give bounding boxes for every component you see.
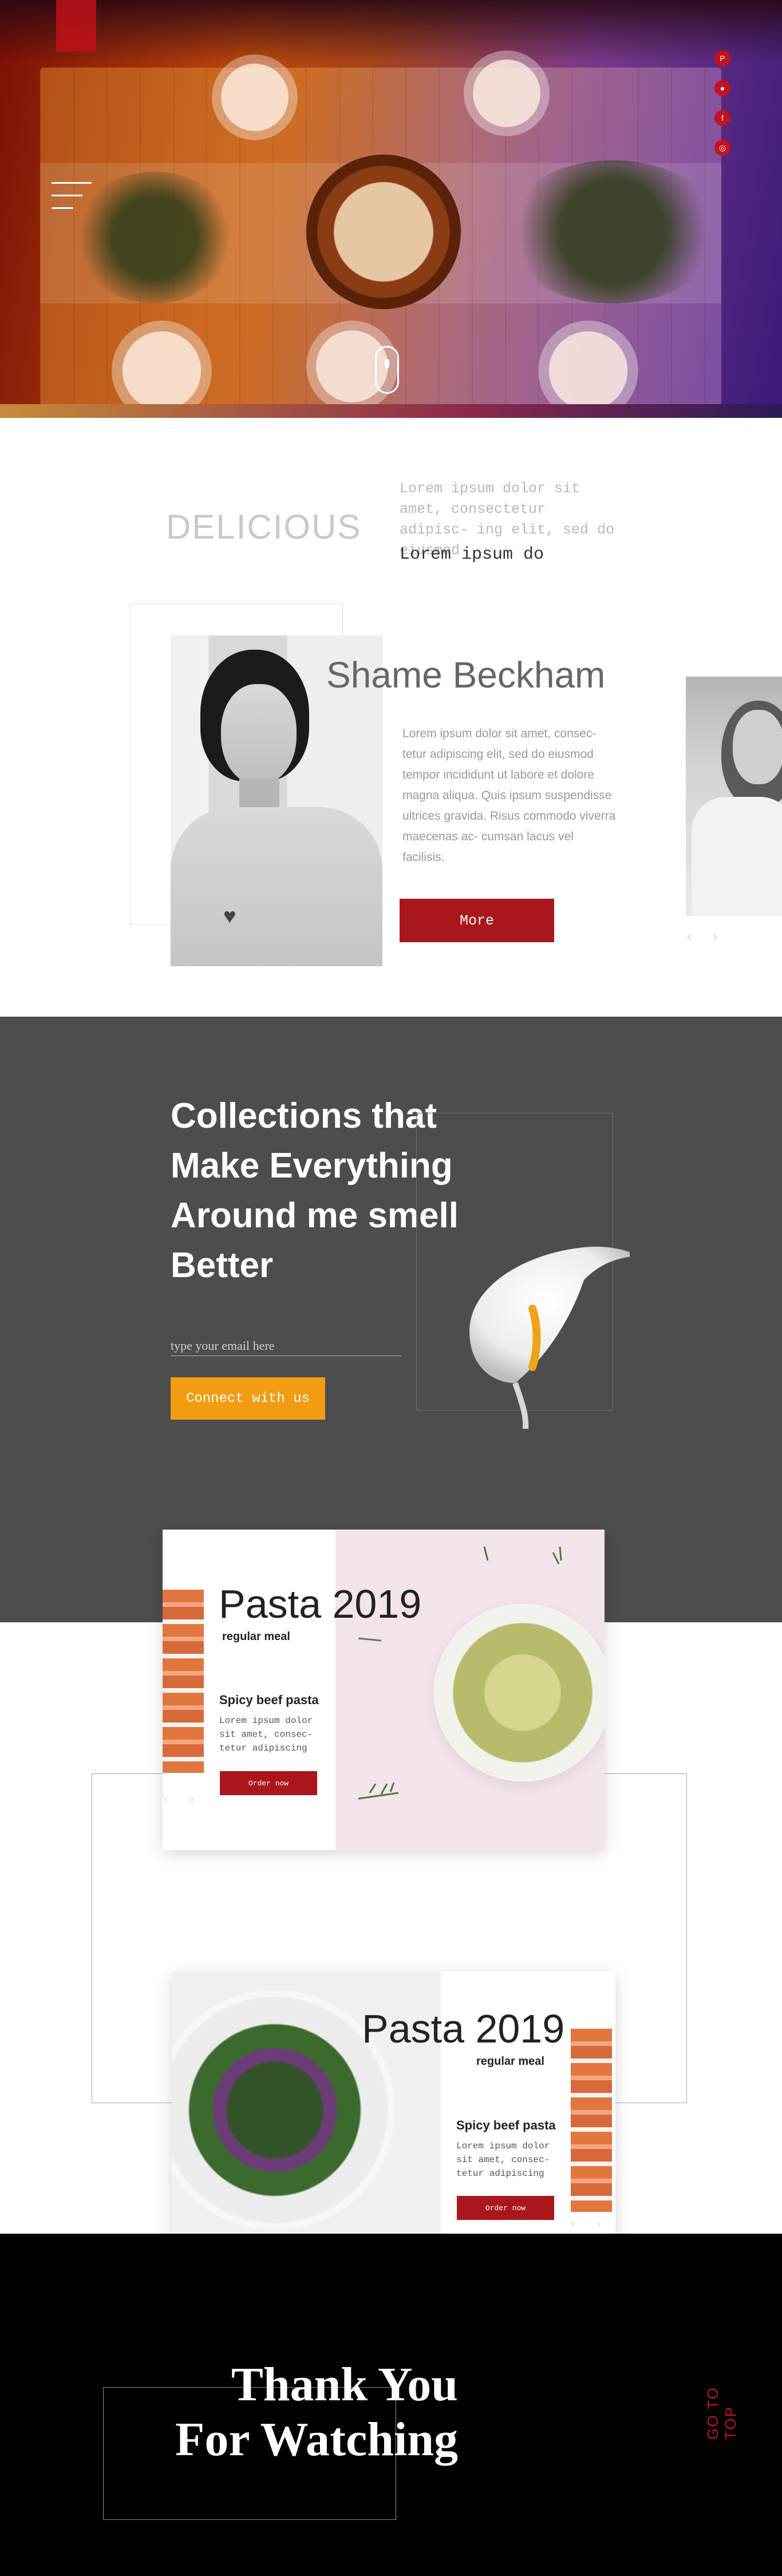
hero-banner: P ● f ◎ xyxy=(0,0,782,418)
thank-you-line1: Thank You xyxy=(231,2358,458,2411)
hero-plate xyxy=(112,321,212,418)
pasta-photo xyxy=(335,1530,605,1850)
card-subtitle: regular meal xyxy=(476,2055,544,2068)
card-title: Pasta 2019 xyxy=(362,2006,565,2051)
hero-greenery xyxy=(74,172,235,303)
dish-name: Spicy beef pasta xyxy=(219,1693,319,1707)
chef-description: Lorem ipsum dolor sit amet, consec- tetu… xyxy=(402,727,616,864)
hero-plate xyxy=(464,50,550,136)
hero-greenery xyxy=(504,160,721,303)
scroll-down-indicator[interactable] xyxy=(375,346,399,394)
more-button[interactable]: More xyxy=(400,899,554,942)
prev-arrow-icon[interactable]: ‹ xyxy=(687,929,692,945)
menu-card: Pasta 2019 regular meal Spicy beef pasta… xyxy=(163,1530,605,1850)
hero-plate xyxy=(212,54,298,140)
delicious-heading: DELICIOUS xyxy=(166,508,362,546)
facebook-icon[interactable]: f xyxy=(714,110,730,126)
hamburger-menu-button[interactable] xyxy=(52,182,92,216)
hero-chairs-decor xyxy=(0,0,782,63)
dish-description: Lorem ipsum dolor sit amet, consec- tetu… xyxy=(219,1716,313,1753)
prev-arrow-icon[interactable]: ‹ xyxy=(164,1793,168,1806)
next-chef-portrait[interactable] xyxy=(686,677,782,916)
order-now-button[interactable]: Order now xyxy=(220,1771,317,1795)
hero-centerpiece-cake xyxy=(306,155,461,309)
heart-icon: ♥ xyxy=(223,904,236,929)
next-arrow-icon[interactable]: › xyxy=(190,1793,194,1806)
instagram-icon[interactable]: ◎ xyxy=(714,140,730,156)
herb-decor xyxy=(358,1546,562,1800)
hero-red-accent xyxy=(56,0,96,52)
card-title: Pasta 2019 xyxy=(219,1582,422,1626)
intro-subtext: Lorem ipsum do xyxy=(400,545,544,564)
dish-name: Spicy beef pasta xyxy=(456,2118,556,2132)
hero-plate xyxy=(538,321,638,418)
order-now-button[interactable]: Order now xyxy=(457,2196,554,2220)
calla-lily-image xyxy=(469,1246,630,1429)
prev-arrow-icon[interactable]: ‹ xyxy=(571,2218,575,2231)
salmon-thumbnail[interactable] xyxy=(571,2029,612,2212)
pinterest-icon[interactable]: P xyxy=(714,50,730,66)
salmon-thumbnail[interactable] xyxy=(163,1590,204,1773)
email-input[interactable] xyxy=(171,1336,402,1356)
hero-bottom-strip xyxy=(0,404,782,418)
connect-button[interactable]: Connect with us xyxy=(171,1377,325,1420)
go-to-top-link[interactable]: GO TO TOP xyxy=(704,2362,740,2440)
thank-you-line2: For Watching xyxy=(175,2413,458,2466)
next-arrow-icon[interactable]: › xyxy=(597,2218,601,2231)
card-subtitle: regular meal xyxy=(222,1630,290,1643)
dish-description: Lorem ipsum dolor sit amet, consec- tetu… xyxy=(456,2141,550,2179)
thank-you-heading: Thank You For Watching xyxy=(137,2357,458,2467)
dribbble-icon[interactable]: ● xyxy=(714,80,730,96)
chef-name: Shame Beckham xyxy=(326,654,606,696)
next-arrow-icon[interactable]: › xyxy=(713,929,717,945)
